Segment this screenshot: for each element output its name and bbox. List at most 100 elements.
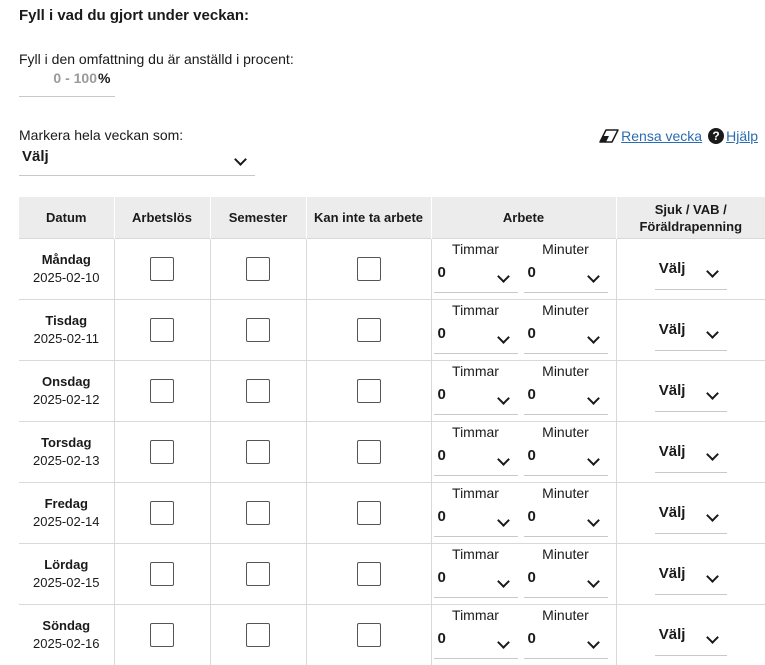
eraser-icon — [599, 129, 619, 143]
unemployed-cell — [114, 361, 210, 422]
minutes-label: Minuter — [524, 241, 608, 257]
sick-select[interactable]: Välj — [655, 310, 727, 351]
vacation-checkbox[interactable] — [246, 623, 270, 647]
header-sick: Sjuk / VAB /Föräldrapenning — [616, 197, 765, 239]
unemployed-checkbox[interactable] — [150, 318, 174, 342]
hours-label: Timmar — [434, 424, 518, 440]
minutes-label: Minuter — [524, 607, 608, 623]
date-cell: Tisdag2025-02-11 — [19, 300, 114, 361]
sick-value: Välj — [659, 504, 686, 521]
vacation-cell — [210, 544, 306, 605]
unemployed-checkbox[interactable] — [150, 562, 174, 586]
vacation-checkbox[interactable] — [246, 318, 270, 342]
day-name: Tisdag — [19, 312, 114, 330]
minutes-select[interactable]: 0 — [524, 562, 608, 598]
cannot-work-checkbox[interactable] — [357, 562, 381, 586]
day-date: 2025-02-15 — [19, 574, 114, 592]
hours-group: Timmar0 — [434, 302, 518, 354]
cannot-work-checkbox[interactable] — [357, 501, 381, 525]
minutes-select[interactable]: 0 — [524, 257, 608, 293]
day-name: Torsdag — [19, 434, 114, 452]
chevron-down-icon — [706, 631, 719, 644]
help-link[interactable]: Hjälp — [726, 128, 758, 144]
sick-cell: Välj — [616, 239, 765, 300]
hours-select[interactable]: 0 — [434, 257, 518, 293]
sick-select[interactable]: Välj — [655, 371, 727, 412]
vacation-checkbox[interactable] — [246, 501, 270, 525]
date-cell: Lördag2025-02-15 — [19, 544, 114, 605]
sick-select[interactable]: Välj — [655, 432, 727, 473]
minutes-group: Minuter0 — [524, 302, 608, 354]
vacation-cell — [210, 239, 306, 300]
minutes-group: Minuter0 — [524, 363, 608, 415]
day-name: Lördag — [19, 556, 114, 574]
chevron-down-icon — [587, 636, 600, 649]
percent-input[interactable] — [19, 68, 97, 88]
hours-label: Timmar — [434, 241, 518, 257]
hours-select[interactable]: 0 — [434, 379, 518, 415]
help-icon[interactable]: ? — [708, 128, 724, 144]
table-row: Tisdag2025-02-11Timmar0Minuter0Välj — [19, 300, 765, 361]
minutes-select[interactable]: 0 — [524, 379, 608, 415]
cannot-work-checkbox[interactable] — [357, 440, 381, 464]
hours-select[interactable]: 0 — [434, 318, 518, 354]
minutes-label: Minuter — [524, 302, 608, 318]
cannot-work-cell — [306, 605, 431, 665]
sick-select[interactable]: Välj — [655, 615, 727, 656]
minutes-group: Minuter0 — [524, 424, 608, 476]
vacation-checkbox[interactable] — [246, 440, 270, 464]
cannot-work-checkbox[interactable] — [357, 257, 381, 281]
sick-select[interactable]: Välj — [655, 493, 727, 534]
unemployed-checkbox[interactable] — [150, 623, 174, 647]
week-mark-select[interactable]: Välj — [19, 146, 255, 176]
minutes-select[interactable]: 0 — [524, 501, 608, 537]
unemployed-checkbox[interactable] — [150, 501, 174, 525]
day-date: 2025-02-10 — [19, 269, 114, 287]
unemployed-checkbox[interactable] — [150, 440, 174, 464]
chevron-down-icon — [497, 514, 510, 527]
header-sick-line1: Sjuk / VAB / — [655, 202, 727, 217]
vacation-checkbox[interactable] — [246, 562, 270, 586]
hours-select[interactable]: 0 — [434, 562, 518, 598]
cannot-work-cell — [306, 422, 431, 483]
minutes-select[interactable]: 0 — [524, 318, 608, 354]
hours-value: 0 — [438, 264, 446, 281]
hours-select[interactable]: 0 — [434, 623, 518, 659]
unemployed-cell — [114, 605, 210, 665]
percent-label: Fyll i den omfattning du är anställd i p… — [19, 51, 294, 67]
chevron-down-icon — [497, 575, 510, 588]
unemployed-checkbox[interactable] — [150, 379, 174, 403]
minutes-select[interactable]: 0 — [524, 440, 608, 476]
minutes-select[interactable]: 0 — [524, 623, 608, 659]
cannot-work-checkbox[interactable] — [357, 318, 381, 342]
unemployed-checkbox[interactable] — [150, 257, 174, 281]
hours-label: Timmar — [434, 485, 518, 501]
minutes-group: Minuter0 — [524, 485, 608, 537]
vacation-checkbox[interactable] — [246, 257, 270, 281]
vacation-cell — [210, 605, 306, 665]
chevron-down-icon — [234, 153, 247, 166]
unemployed-cell — [114, 239, 210, 300]
day-date: 2025-02-16 — [19, 635, 114, 653]
week-table: Datum Arbetslös Semester Kan inte ta arb… — [19, 197, 765, 665]
hours-group: Timmar0 — [434, 424, 518, 476]
sick-cell: Välj — [616, 605, 765, 665]
cannot-work-cell — [306, 544, 431, 605]
sick-cell: Välj — [616, 361, 765, 422]
sick-select[interactable]: Välj — [655, 249, 727, 290]
cannot-work-checkbox[interactable] — [357, 379, 381, 403]
hours-value: 0 — [438, 325, 446, 342]
hours-select[interactable]: 0 — [434, 501, 518, 537]
hours-group: Timmar0 — [434, 485, 518, 537]
table-row: Fredag2025-02-14Timmar0Minuter0Välj — [19, 483, 765, 544]
cannot-work-checkbox[interactable] — [357, 623, 381, 647]
date-cell: Måndag2025-02-10 — [19, 239, 114, 300]
sick-select[interactable]: Välj — [655, 554, 727, 595]
vacation-cell — [210, 300, 306, 361]
table-row: Onsdag2025-02-12Timmar0Minuter0Välj — [19, 361, 765, 422]
hours-value: 0 — [438, 630, 446, 647]
minutes-value: 0 — [528, 447, 536, 464]
hours-select[interactable]: 0 — [434, 440, 518, 476]
vacation-checkbox[interactable] — [246, 379, 270, 403]
clear-week-link[interactable]: Rensa vecka — [621, 128, 702, 144]
